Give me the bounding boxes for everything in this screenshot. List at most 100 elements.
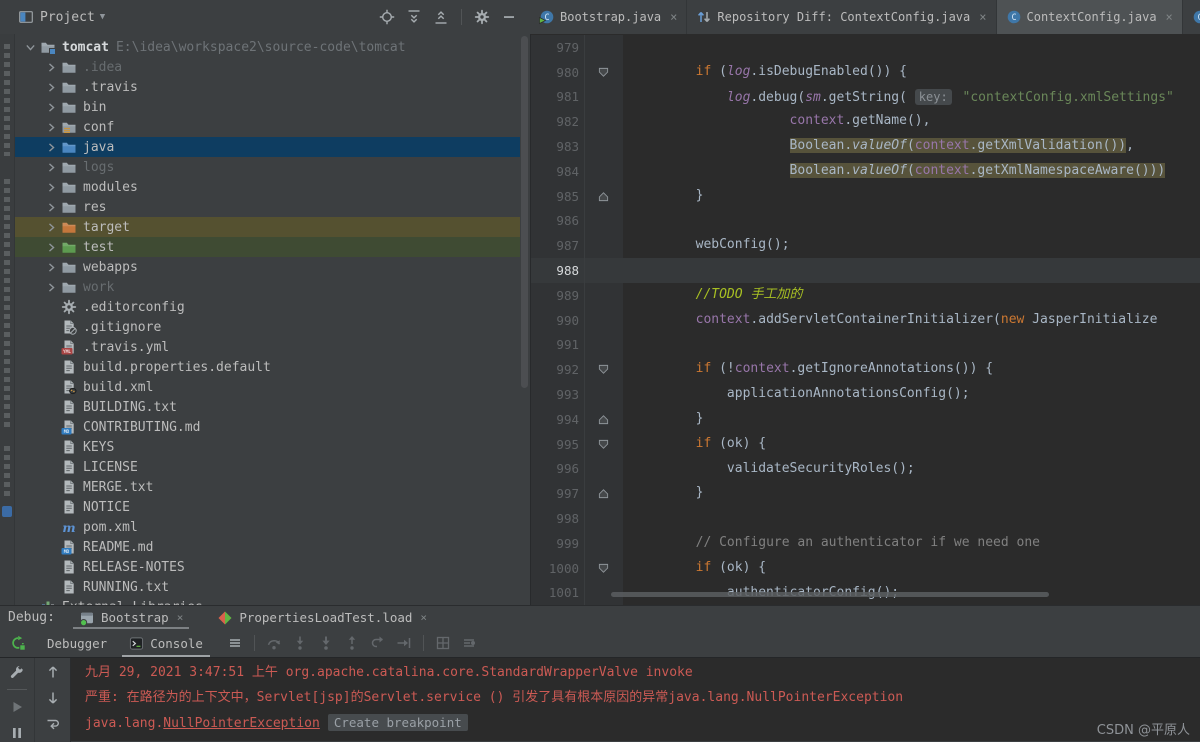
expand-all-icon[interactable] — [405, 8, 423, 26]
tool-tab-console[interactable]: Console — [118, 629, 214, 657]
close-tab-icon[interactable]: × — [670, 10, 677, 24]
resume-icon[interactable] — [8, 698, 26, 716]
line-number[interactable]: 986 — [531, 209, 585, 234]
rerun-button[interactable] — [9, 634, 27, 652]
tree-item-travis-yml[interactable]: YML.travis.yml — [15, 337, 520, 357]
code-text[interactable]: if (ok) { — [623, 556, 766, 581]
tree-item-tomcat[interactable]: tomcatE:\idea\workspace2\source-code\tom… — [15, 37, 520, 57]
exception-link[interactable]: NullPointerException — [163, 716, 320, 731]
code-text[interactable]: //TODO 手工加的 — [623, 283, 802, 308]
line-number[interactable]: 996 — [531, 457, 585, 482]
close-tab-icon[interactable]: × — [177, 611, 184, 624]
editor-tab-contextconfig-java[interactable]: CContextConfig.java× — [997, 0, 1183, 34]
tree-item-idea[interactable]: .idea — [15, 57, 520, 77]
menu-icon[interactable] — [226, 634, 244, 652]
line-number[interactable]: 993 — [531, 382, 585, 407]
tree-item-bin[interactable]: bin — [15, 97, 520, 117]
tree-item-contributing-md[interactable]: MDCONTRIBUTING.md — [15, 417, 520, 437]
view-breakpoints-icon[interactable] — [434, 634, 452, 652]
wrench-icon[interactable] — [8, 663, 26, 681]
fold-open-icon[interactable] — [585, 432, 622, 457]
chevron-right-icon[interactable] — [42, 101, 61, 114]
chevron-right-icon[interactable] — [42, 141, 61, 154]
tree-item-target[interactable]: target — [15, 217, 520, 237]
tree-item-conf[interactable]: conf — [15, 117, 520, 137]
tree-item-license[interactable]: LICENSE — [15, 457, 520, 477]
step-into-icon[interactable] — [291, 634, 309, 652]
chevron-right-icon[interactable] — [42, 181, 61, 194]
chevron-down-icon[interactable]: ▼ — [100, 12, 105, 22]
line-number[interactable]: 991 — [531, 333, 585, 358]
tree-item-merge-txt[interactable]: MERGE.txt — [15, 477, 520, 497]
code-text[interactable]: if (ok) { — [623, 432, 766, 457]
code-text[interactable]: applicationAnnotationsConfig(); — [623, 382, 970, 407]
code-text[interactable] — [623, 333, 633, 358]
line-number[interactable]: 997 — [531, 481, 585, 506]
line-number[interactable]: 979 — [531, 35, 585, 60]
line-number[interactable]: 998 — [531, 506, 585, 531]
line-number[interactable]: 987 — [531, 233, 585, 258]
code-text[interactable]: context.addServletContainerInitializer(n… — [623, 308, 1157, 333]
chevron-right-icon[interactable] — [42, 281, 61, 294]
line-number[interactable]: 988 — [531, 258, 585, 283]
line-number[interactable]: 994 — [531, 407, 585, 432]
tree-item-keys[interactable]: KEYS — [15, 437, 520, 457]
line-number[interactable]: 999 — [531, 531, 585, 556]
line-number[interactable]: 990 — [531, 308, 585, 333]
code-text[interactable]: } — [623, 407, 703, 432]
tree-item-build-properties-default[interactable]: build.properties.default — [15, 357, 520, 377]
editor-tab-repository-diff-contextconfig-java[interactable]: Repository Diff: ContextConfig.java× — [687, 0, 996, 34]
console-output[interactable]: 九月 29, 2021 3:47:51 上午 org.apache.catali… — [71, 658, 1200, 742]
line-number[interactable]: 989 — [531, 283, 585, 308]
tree-item-readme-md[interactable]: MDREADME.md — [15, 537, 520, 557]
code-text[interactable]: if (log.isDebugEnabled()) { — [623, 60, 907, 85]
editor-tab-f[interactable]: CF — [1183, 0, 1200, 34]
code-editor[interactable]: 979980 if (log.isDebugEnabled()) {981 lo… — [530, 34, 1200, 605]
debug-run-tab-bootstrap[interactable]: Bootstrap× — [71, 606, 191, 629]
tree-item-release-notes[interactable]: RELEASE-NOTES — [15, 557, 520, 577]
chevron-right-icon[interactable] — [42, 121, 61, 134]
tree-item-building-txt[interactable]: BUILDING.txt — [15, 397, 520, 417]
editor-tab-bootstrap-java[interactable]: CBootstrap.java× — [530, 0, 687, 34]
chevron-right-icon[interactable] — [42, 241, 61, 254]
step-over-icon[interactable] — [265, 634, 283, 652]
tree-item-external-libraries[interactable]: External Libraries — [15, 597, 520, 605]
tree-item-editorconfig[interactable]: .editorconfig — [15, 297, 520, 317]
pause-icon[interactable] — [8, 724, 26, 742]
fold-close-icon[interactable] — [585, 184, 622, 209]
arrow-up-icon[interactable] — [44, 663, 62, 681]
tree-item-modules[interactable]: modules — [15, 177, 520, 197]
tree-item-build-xml[interactable]: build.xml — [15, 377, 520, 397]
drop-frame-icon[interactable] — [369, 634, 387, 652]
line-number[interactable]: 981 — [531, 85, 585, 110]
tree-item-travis[interactable]: .travis — [15, 77, 520, 97]
tool-window-stripe[interactable] — [0, 34, 15, 605]
chevron-right-icon[interactable] — [42, 161, 61, 174]
line-number[interactable]: 983 — [531, 134, 585, 159]
fold-open-icon[interactable] — [585, 357, 622, 382]
create-breakpoint-hint[interactable]: Create breakpoint — [328, 714, 468, 731]
tree-item-res[interactable]: res — [15, 197, 520, 217]
editor-horizontal-scrollbar[interactable] — [611, 592, 1049, 597]
line-number[interactable]: 1000 — [531, 556, 585, 581]
code-text[interactable] — [623, 506, 633, 531]
tree-item-webapps[interactable]: webapps — [15, 257, 520, 277]
fold-close-icon[interactable] — [585, 481, 622, 506]
stripe-debug-marker[interactable] — [2, 506, 12, 517]
tree-item-test[interactable]: test — [15, 237, 520, 257]
chevron-right-icon[interactable] — [42, 61, 61, 74]
chevron-right-icon[interactable] — [42, 221, 61, 234]
close-tab-icon[interactable]: × — [420, 611, 427, 624]
close-tab-icon[interactable]: × — [1166, 10, 1173, 24]
project-tree-scrollbar[interactable] — [521, 36, 528, 388]
code-text[interactable]: if (!context.getIgnoreAnnotations()) { — [623, 357, 993, 382]
fold-open-icon[interactable] — [585, 60, 622, 85]
arrow-down-icon[interactable] — [44, 689, 62, 707]
project-panel-title[interactable]: Project — [40, 10, 95, 25]
fold-open-icon[interactable] — [585, 556, 622, 581]
tree-item-running-txt[interactable]: RUNNING.txt — [15, 577, 520, 597]
line-number[interactable]: 1001 — [531, 581, 585, 605]
code-text[interactable] — [623, 258, 633, 283]
step-out-icon[interactable] — [343, 634, 361, 652]
mute-breakpoints-icon[interactable] — [460, 634, 478, 652]
